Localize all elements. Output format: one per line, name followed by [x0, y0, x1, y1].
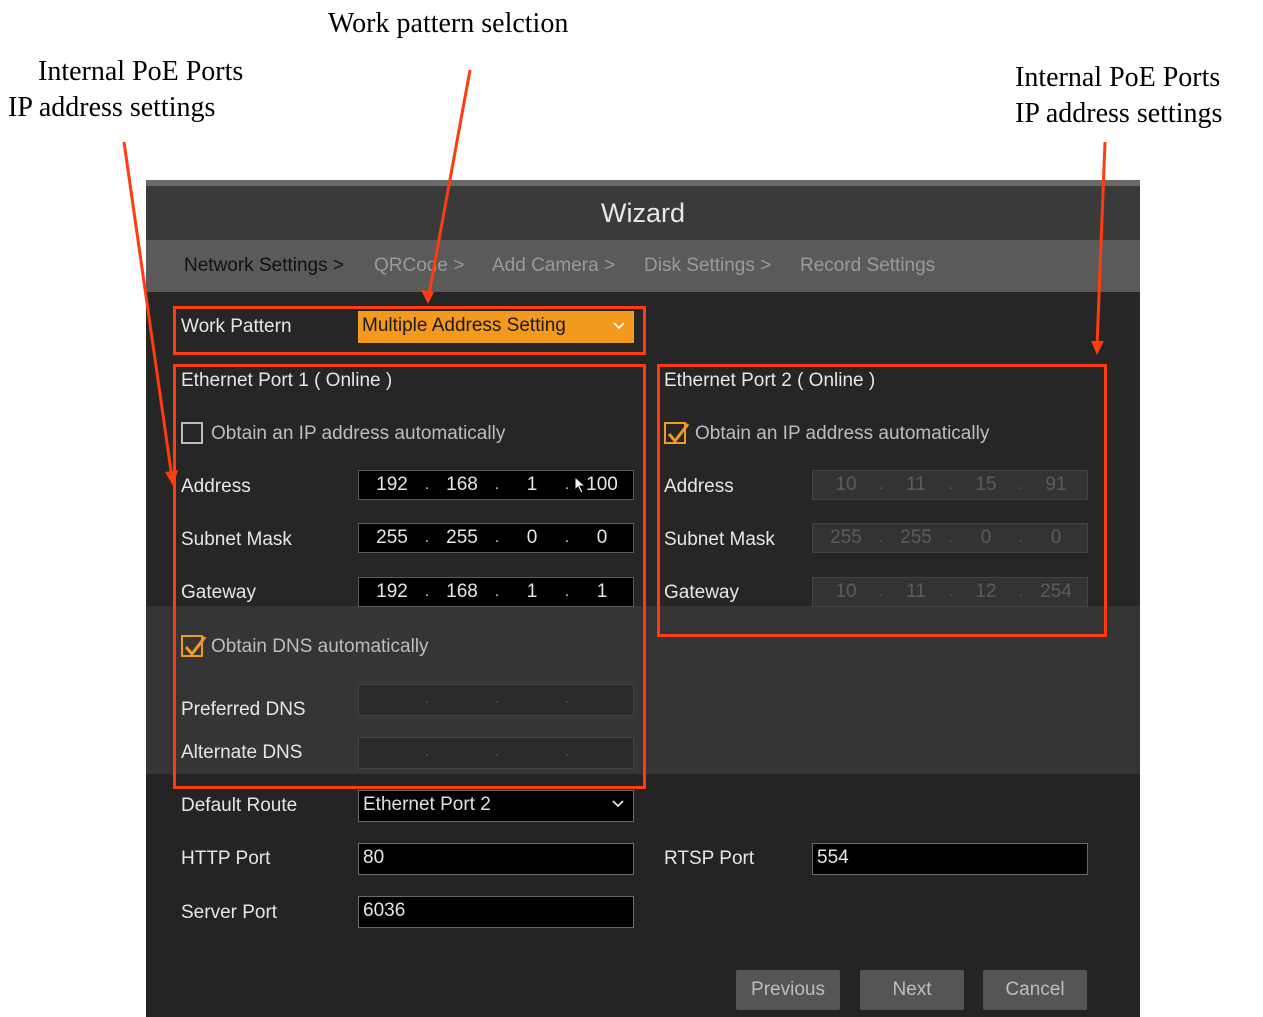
arrow-work-pattern [426, 69, 472, 301]
arrow-left [122, 141, 174, 479]
annotation-arrows [122, 69, 1107, 486]
arrowhead-right [1091, 341, 1104, 355]
arrowhead-left [165, 470, 178, 486]
arrow-right [1095, 141, 1107, 348]
arrowhead-work-pattern [421, 290, 434, 304]
